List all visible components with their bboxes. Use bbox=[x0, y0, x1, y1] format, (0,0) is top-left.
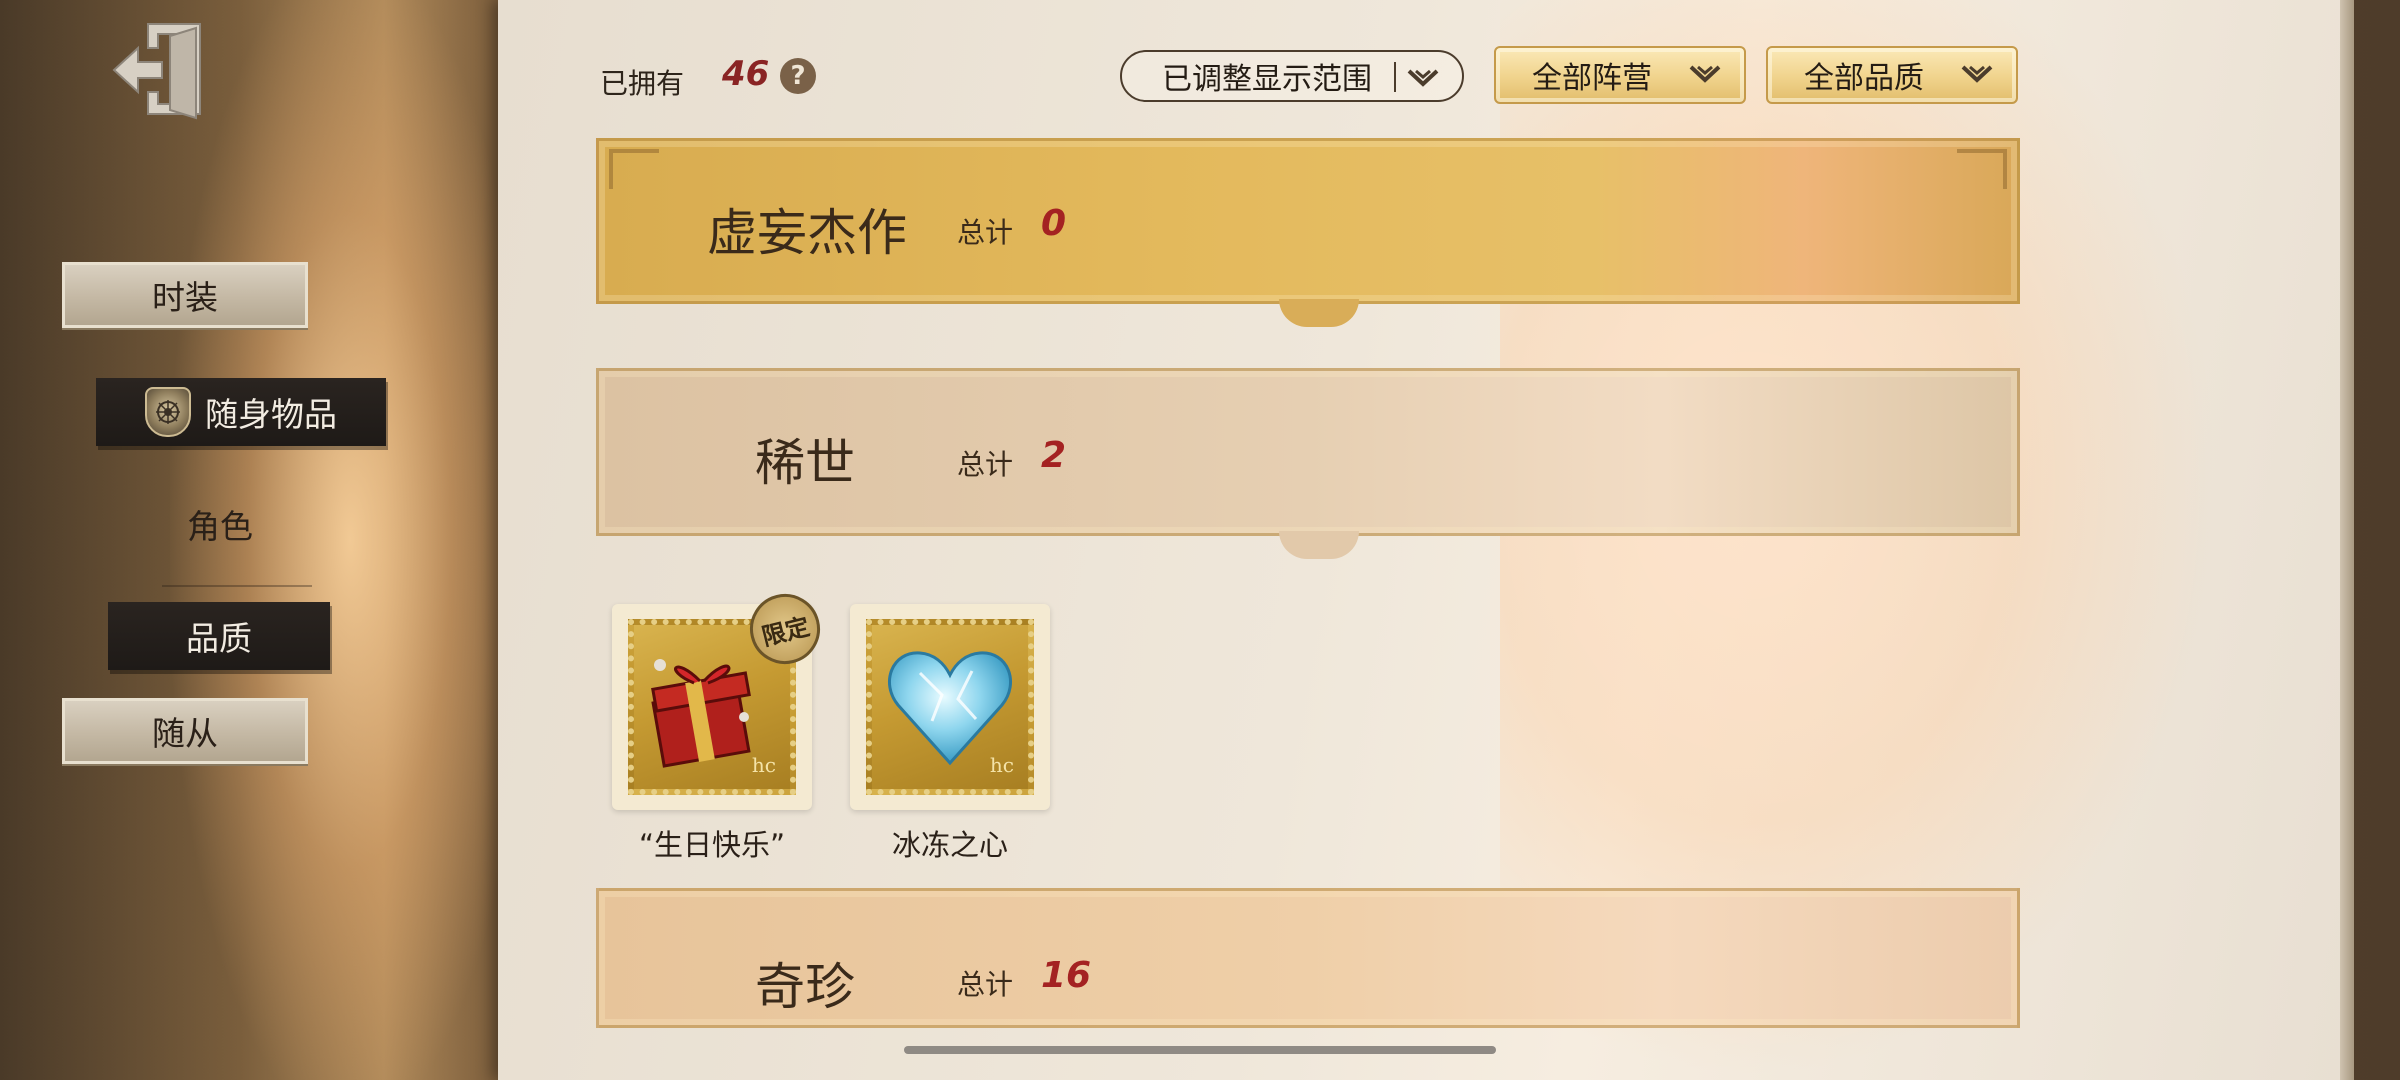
section-title: 虚妄杰作 bbox=[707, 204, 907, 262]
chevron-down-icon bbox=[1407, 69, 1439, 87]
corner-ornament bbox=[609, 149, 659, 189]
panel-edge bbox=[2340, 0, 2354, 1080]
nav-item-label: 时装 bbox=[152, 278, 218, 317]
item-card-frozen-heart[interactable]: hc 冰冻之心 bbox=[850, 604, 1050, 864]
dropdown-label: 已调整显示范围 bbox=[1162, 62, 1372, 97]
corner-ornament bbox=[1957, 149, 2007, 189]
section-title: 稀世 bbox=[755, 434, 855, 492]
nav-item-character[interactable]: 角色 bbox=[100, 496, 340, 552]
nav-item-label: 随身物品 bbox=[205, 395, 337, 434]
section-total-label: 总计 bbox=[957, 968, 1014, 1001]
nav-item-follower[interactable]: 随从 bbox=[62, 698, 308, 764]
exit-door-icon[interactable] bbox=[108, 18, 208, 122]
nav-item-fashion[interactable]: 时装 bbox=[62, 262, 308, 328]
faction-dropdown[interactable]: 全部阵营 bbox=[1494, 46, 1746, 104]
chevron-down-icon bbox=[1961, 65, 1993, 83]
nav-item-accessories[interactable]: 随身物品 bbox=[96, 378, 386, 446]
item-name: 冰冻之心 bbox=[891, 828, 1008, 862]
stamp-mark: hc bbox=[751, 753, 776, 777]
section-header-curio[interactable]: 奇珍 总计 16 bbox=[596, 888, 2020, 1028]
item-stamp-frame: hc bbox=[866, 619, 1034, 795]
owned-count: 46 bbox=[722, 54, 770, 94]
chevron-down-icon bbox=[1689, 65, 1721, 83]
nav-item-label: 随从 bbox=[152, 714, 218, 753]
collection-header: 已拥有 46 ? 已调整显示范围 全部阵营 全部品质 bbox=[600, 46, 2020, 106]
display-range-dropdown[interactable]: 已调整显示范围 bbox=[1120, 50, 1464, 102]
quality-dropdown[interactable]: 全部品质 bbox=[1766, 46, 2018, 104]
section-total: 0 bbox=[1041, 203, 1067, 244]
nav-item-label: 角色 bbox=[187, 507, 253, 546]
section-total-label: 总计 bbox=[957, 216, 1014, 249]
section-total-label: 总计 bbox=[957, 448, 1014, 481]
stamp-mark: hc bbox=[989, 753, 1014, 777]
item-name: “生日快乐” bbox=[638, 828, 786, 862]
nav-item-quality[interactable]: 品质 bbox=[108, 602, 330, 670]
home-indicator[interactable] bbox=[904, 1046, 1496, 1054]
section-total: 2 bbox=[1041, 435, 1067, 476]
question-mark-icon[interactable]: ? bbox=[780, 58, 816, 94]
shield-emblem-icon bbox=[145, 387, 191, 437]
nav-item-label: 品质 bbox=[186, 619, 252, 658]
dropdown-label: 全部品质 bbox=[1804, 61, 1924, 96]
owned-label: 已拥有 bbox=[600, 67, 685, 100]
item-stamp: hc bbox=[850, 604, 1050, 810]
nav-divider bbox=[162, 585, 312, 587]
sidebar: 时装 随身物品 角色 品质 随从 bbox=[0, 0, 500, 1080]
item-card-birthday[interactable]: hc 限定 “生日快乐” bbox=[612, 586, 828, 864]
dropdown-label: 全部阵营 bbox=[1532, 61, 1652, 96]
section-header-masterpiece[interactable]: 虚妄杰作 总计 0 bbox=[596, 138, 2020, 327]
section-header-rare[interactable]: 稀世 总计 2 bbox=[596, 368, 2020, 559]
section-title: 奇珍 bbox=[755, 958, 855, 1016]
dropdown-separator bbox=[1394, 62, 1396, 92]
section-total: 16 bbox=[1041, 955, 1092, 996]
